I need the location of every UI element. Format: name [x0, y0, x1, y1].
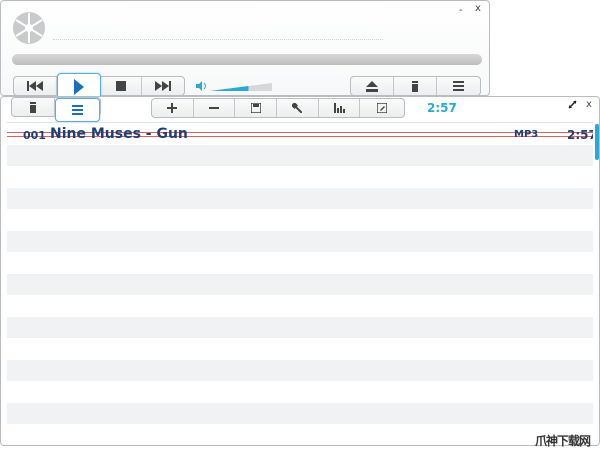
playlist-toggle-button[interactable] — [437, 77, 480, 95]
stop-button[interactable] — [101, 77, 142, 95]
list-row — [7, 187, 593, 209]
add-button[interactable] — [152, 99, 194, 117]
playback-controls — [13, 73, 185, 101]
prev-icon — [26, 81, 43, 91]
equalizer-button[interactable] — [319, 99, 361, 117]
mini-mode-button[interactable] — [394, 77, 437, 95]
remove-button[interactable] — [194, 99, 236, 117]
plus-icon — [167, 103, 178, 113]
skin-button[interactable] — [360, 99, 404, 117]
list-row — [7, 424, 593, 443]
watermark: 爪神下载网 — [535, 434, 591, 448]
list-view-button[interactable] — [55, 98, 100, 122]
list-row — [7, 230, 593, 252]
mini-icon — [30, 101, 36, 113]
playlist-scrollbar[interactable] — [595, 124, 599, 160]
playlist-window: 2:57 x 001 Nine Muses - Gun MP3 2:57 — [0, 96, 600, 446]
list-row — [7, 338, 593, 360]
next-icon — [154, 81, 171, 91]
mini-icon — [412, 80, 418, 92]
track-number: 001 — [23, 129, 46, 142]
track-title: Nine Muses - Gun — [50, 126, 188, 142]
playlist-view-tabs — [11, 97, 101, 122]
close-button[interactable]: x — [475, 4, 481, 14]
list-row — [7, 381, 593, 403]
list-row — [7, 209, 593, 231]
skin-icon — [377, 103, 388, 113]
minus-icon — [209, 103, 219, 113]
volume-icon[interactable] — [196, 81, 208, 91]
list-icon — [452, 81, 464, 91]
prev-button[interactable] — [14, 77, 57, 95]
expand-icon[interactable] — [568, 100, 577, 109]
list-row — [7, 316, 593, 338]
tools-icon — [292, 103, 303, 113]
list-row — [7, 273, 593, 295]
volume-slider[interactable] — [210, 83, 272, 91]
save-icon — [250, 103, 261, 113]
list-icon — [72, 105, 83, 115]
list-row — [7, 359, 593, 381]
list-row — [7, 252, 593, 274]
list-row — [7, 295, 593, 317]
window-controls — [350, 76, 481, 96]
track-title-area — [53, 39, 383, 40]
playlist-track-row[interactable]: 001 Nine Muses - Gun MP3 2:57 — [7, 123, 593, 145]
eject-button[interactable] — [351, 77, 395, 95]
playlist-total-time: 2:57 — [427, 101, 457, 115]
playlist-toolbar — [151, 98, 405, 118]
list-row — [7, 166, 593, 188]
tools-button[interactable] — [277, 99, 319, 117]
equalizer-icon — [333, 103, 345, 113]
seek-bar[interactable] — [12, 54, 482, 65]
mini-view-button[interactable] — [12, 98, 56, 116]
player-window: - x — [0, 0, 490, 101]
track-format: MP3 — [514, 129, 539, 140]
stop-icon — [115, 81, 126, 91]
minimize-button[interactable]: - — [459, 6, 463, 16]
play-icon — [73, 79, 85, 95]
list-row — [7, 144, 593, 166]
next-button[interactable] — [142, 77, 184, 95]
save-button[interactable] — [235, 99, 278, 117]
playlist-close-button[interactable]: x — [586, 100, 592, 110]
list-row — [7, 402, 593, 424]
eject-icon — [366, 80, 379, 92]
app-logo-icon — [12, 11, 46, 45]
track-duration: 2:57 — [567, 128, 593, 142]
playlist-list: 001 Nine Muses - Gun MP3 2:57 — [7, 122, 593, 443]
